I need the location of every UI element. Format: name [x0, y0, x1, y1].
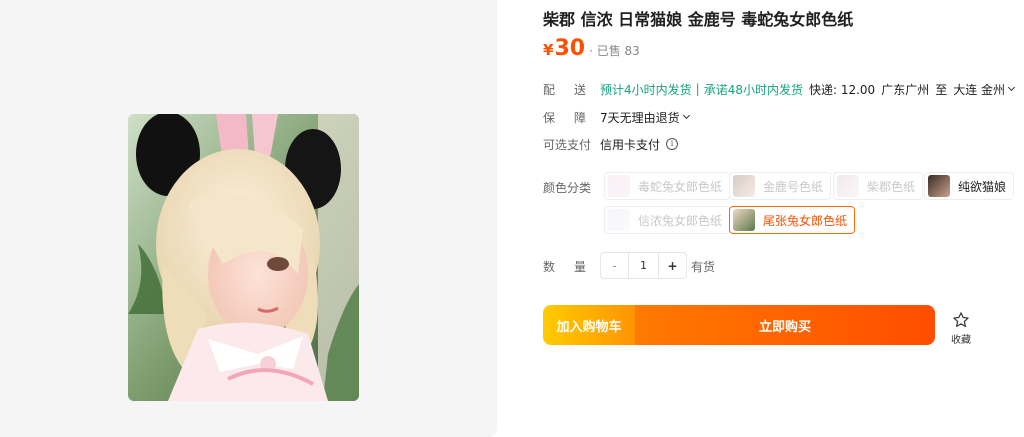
sku-thumbnail [733, 175, 755, 197]
decrement-button[interactable]: - [601, 253, 628, 278]
guarantee-row: 保障 7天无理由退货 [543, 107, 690, 127]
product-title: 柴郡 信浓 日常猫娘 金鹿号 毒蛇兔女郎色纸 [543, 10, 854, 29]
payment-value: 信用卡支付 [600, 137, 661, 152]
guarantee-selector[interactable]: 7天无理由退货 [600, 109, 690, 126]
stock-status: 有货 [691, 260, 716, 274]
sku-label: 毒蛇兔女郎色纸 [638, 179, 723, 194]
ship-promise-4h: 预计4小时内发货 [600, 82, 692, 97]
chevron-down-icon [1008, 83, 1016, 91]
guarantee-label: 保障 [543, 110, 586, 125]
sku-option-pure-catgirl[interactable]: 纯欲猫娘 [924, 172, 1015, 200]
destination-selector[interactable]: 大连 金州 [953, 81, 1016, 98]
info-icon[interactable]: i [666, 138, 679, 150]
payment-label: 可选支付 [543, 137, 592, 152]
shipping-fee: 快递: 12.00 [808, 82, 876, 97]
delivery-label: 配送 [543, 82, 586, 97]
price-value: 30 [554, 36, 586, 61]
sku-label: 信浓兔女郎色纸 [638, 213, 723, 228]
sku-label: 尾张兔女郎色纸 [763, 213, 848, 228]
currency-symbol: ¥ [543, 41, 554, 59]
ship-separator: | [695, 82, 700, 96]
sku-label: 柴郡色纸 [867, 179, 916, 194]
buy-now-button[interactable]: 立即购买 [635, 305, 935, 345]
quantity-input[interactable]: 1 [628, 253, 659, 278]
product-info-panel: 柴郡 信浓 日常猫娘 金鹿号 毒蛇兔女郎色纸 ¥ 30 · 已售 83 配送 预… [543, 0, 1018, 437]
quantity-label: 数量 [543, 260, 586, 274]
quantity-stepper: - 1 + [600, 252, 687, 279]
sku-option-cheshire[interactable]: 柴郡色纸 [833, 172, 924, 200]
sku-thumbnail [837, 175, 859, 197]
sku-label: 金鹿号色纸 [763, 179, 824, 194]
delivery-row: 配送 预计4小时内发货 | 承诺48小时内发货 快递: 12.00 广东广州 至… [543, 79, 1016, 99]
price-row: ¥ 30 · 已售 83 [543, 36, 640, 66]
favorite-label: 收藏 [951, 335, 971, 346]
favorite-button[interactable]: 收藏 [948, 311, 974, 346]
sku-option-shinano-bunny[interactable]: 信浓兔女郎色纸 [604, 206, 731, 234]
sku-label: 纯欲猫娘 [958, 179, 1007, 194]
sku-thumbnail [928, 175, 950, 197]
product-photo [128, 114, 359, 401]
sku-thumbnail [733, 209, 755, 231]
sku-option-golden-hind[interactable]: 金鹿号色纸 [729, 172, 832, 200]
star-icon [953, 312, 969, 327]
add-to-cart-button[interactable]: 加入购物车 [543, 305, 635, 345]
sku-option-viper-bunny[interactable]: 毒蛇兔女郎色纸 [604, 172, 731, 200]
purchase-bar: 加入购物车 立即购买 [543, 305, 935, 345]
guarantee-value: 7天无理由退货 [600, 110, 680, 125]
ship-promise-48h: 承诺48小时内发货 [703, 82, 803, 97]
increment-button[interactable]: + [659, 253, 686, 278]
color-option-label: 颜色分类 [543, 181, 592, 195]
ship-to: 至 [935, 82, 948, 97]
chevron-down-icon [682, 111, 690, 119]
product-gallery [0, 0, 497, 437]
ship-origin: 广东广州 [881, 82, 930, 97]
ship-destination: 大连 金州 [953, 82, 1006, 97]
product-main-image[interactable] [128, 114, 359, 401]
sku-thumbnail [608, 209, 630, 231]
sku-option-owari-bunny[interactable]: 尾张兔女郎色纸 [729, 206, 856, 234]
payment-row: 可选支付 信用卡支付 i [543, 134, 679, 154]
sold-count: · 已售 83 [589, 44, 640, 58]
sku-thumbnail [608, 175, 630, 197]
